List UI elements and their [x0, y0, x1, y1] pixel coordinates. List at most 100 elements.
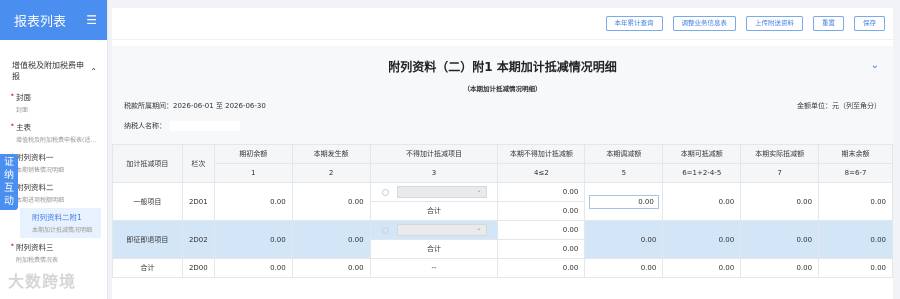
- sidebar-group[interactable]: 增值税及附加税费申报 ⌃: [12, 60, 97, 82]
- excluded-item-select[interactable]: ⌄: [396, 186, 487, 198]
- header-current: 本期发生额: [291, 144, 371, 164]
- row-name: 即征即退项目: [112, 220, 183, 259]
- sidebar-item-sub: 本期加计抵减情况明细: [32, 227, 93, 234]
- row-code: 2D02: [181, 220, 215, 259]
- excluded-amount-cell: 0.00: [497, 258, 586, 278]
- table-row: 一般项目 2D01 0.00 0.00 ⌄ 0.00 0.00 0.00 0.0…: [112, 182, 893, 221]
- decrease-cell[interactable]: 0.00: [584, 220, 664, 259]
- header-item: 加计抵减项目: [112, 144, 183, 183]
- deductible-cell: 0.00: [662, 258, 742, 278]
- header-decrease: 本期调减额: [584, 144, 664, 164]
- radio-button[interactable]: [381, 226, 389, 234]
- sidebar-item-main[interactable]: 主表 增值税及附加税费申报表(适...: [0, 118, 107, 148]
- taxpayer-row: 纳税人名称：: [112, 121, 893, 131]
- header-actual: 本期实际抵减额: [740, 144, 820, 164]
- subtotal-label: 合计: [369, 201, 499, 221]
- header-excluded-amount: 本期不得加计抵减额: [497, 144, 586, 164]
- adjust-info-button[interactable]: 调整业务信息表: [672, 16, 736, 31]
- table-row: 即征即退项目 2D02 0.00 0.00 ⌄ 0.00 0.00 0.00 0…: [112, 220, 893, 259]
- sidebar: 报表列表 ☰ 增值税及附加税费申报 ⌃ 封面 封面 主表 增值税及附加税费申报表…: [0, 0, 108, 299]
- sidebar-header: 报表列表 ☰: [0, 0, 107, 40]
- header-excluded-item: 不得加计抵减项目: [369, 144, 499, 164]
- taxpayer-name-field: [170, 121, 240, 131]
- header-closing: 期末余额: [818, 144, 893, 164]
- subtotal-cell: 0.00: [497, 201, 586, 221]
- closing-cell: 0.00: [818, 220, 893, 259]
- form-subtitle: （本期加计抵减情况明细）: [463, 85, 542, 93]
- deductible-cell: 0.00: [662, 182, 742, 221]
- radio-button[interactable]: [381, 188, 389, 196]
- excluded-select-cell: ⌄: [369, 220, 499, 240]
- sidebar-item-sub: 封面: [16, 107, 29, 114]
- opening-cell[interactable]: 0.00: [213, 220, 293, 259]
- sidebar-group-label: 增值税及附加税费申报: [12, 61, 84, 81]
- sidebar-item-appendix3[interactable]: 附列资料三 附加税费情况表: [0, 238, 107, 268]
- sidebar-item-title: 封面: [16, 93, 31, 102]
- excluded-select-cell: ⌄: [369, 182, 499, 202]
- row-name: 一般项目: [112, 182, 183, 221]
- closing-cell: 0.00: [818, 258, 893, 278]
- col-num: 8=6-7: [818, 163, 893, 183]
- excluded-amount-cell[interactable]: 0.00: [497, 182, 586, 202]
- decrease-cell: 0.00: [584, 258, 664, 278]
- subtotal-label: 合计: [369, 239, 499, 259]
- decrease-input[interactable]: 0.00: [588, 194, 659, 209]
- col-num: 1: [213, 163, 293, 183]
- chevron-down-icon[interactable]: ⌄: [871, 60, 879, 71]
- sidebar-item-sub: 附加税费情况表: [16, 257, 59, 264]
- col-num: 4≤2: [497, 163, 586, 183]
- decrease-cell: 0.00: [584, 182, 664, 221]
- opening-cell: 0.00: [213, 258, 293, 278]
- taxpayer-label: 纳税人名称：: [124, 122, 166, 130]
- sidebar-item-cover[interactable]: 封面 封面: [0, 88, 107, 118]
- deduction-table: 加计抵减项目 栏次 期初余额 本期发生额 不得加计抵减项目 本期不得加计抵减额 …: [112, 144, 893, 278]
- sidebar-title: 报表列表: [14, 14, 67, 30]
- row-name: 合计: [112, 258, 183, 278]
- actual-cell: 0.00: [740, 220, 820, 259]
- amount-unit: 金额单位：元（列至角分）: [797, 102, 881, 110]
- current-cell[interactable]: 0.00: [291, 182, 371, 221]
- col-num: 2: [291, 163, 371, 183]
- sidebar-item-title: 附列资料二: [16, 183, 54, 192]
- sidebar-item-sub: 增值税及附加税费申报表(适...: [16, 137, 97, 144]
- row-code: 2D00: [181, 258, 215, 278]
- form-title-text: 附列资料（二）附1 本期加计抵减情况明细: [388, 60, 617, 74]
- closing-cell: 0.00: [818, 182, 893, 221]
- actual-cell: 0.00: [740, 182, 820, 221]
- actual-cell: 0.00: [740, 258, 820, 278]
- sidebar-item-title: 附列资料一: [16, 153, 54, 162]
- col-num: 6=1+2-4-5: [662, 163, 742, 183]
- current-cell: 0.00: [291, 258, 371, 278]
- row-code: 2D01: [181, 182, 215, 221]
- deductible-cell: 0.00: [662, 220, 742, 259]
- reset-button[interactable]: 重置: [813, 16, 844, 31]
- excluded-item-select[interactable]: ⌄: [396, 224, 487, 236]
- header-line: 栏次: [181, 144, 215, 183]
- menu-icon[interactable]: ☰: [86, 13, 97, 27]
- header-opening: 期初余额: [213, 144, 293, 164]
- col-num: 5: [584, 163, 664, 183]
- sidebar-item-sub: 本期进项税额明细: [16, 197, 65, 204]
- annual-query-button[interactable]: 本年累计查询: [605, 16, 663, 31]
- col-num: 3: [369, 163, 499, 183]
- form-meta: 税款所属期间：2026-06-01 至 2026-06-30 金额单位：元（列至…: [112, 101, 893, 111]
- current-cell[interactable]: 0.00: [291, 220, 371, 259]
- chevron-up-icon: ⌃: [90, 66, 97, 76]
- sidebar-item-sub: 本期销售情况明细: [16, 167, 65, 174]
- save-button[interactable]: 保存: [854, 16, 885, 31]
- upload-attachment-button[interactable]: 上传附送资料: [746, 16, 803, 31]
- toolbar: 本年累计查询 调整业务信息表 上传附送资料 重置 保存: [112, 8, 893, 40]
- sidebar-item-title: 附列资料二附1: [32, 213, 82, 222]
- interaction-tab[interactable]: 证纳互动: [0, 154, 18, 210]
- sidebar-item-appendix2-1[interactable]: 附列资料二附1 本期加计抵减情况明细: [20, 208, 101, 238]
- table-row: 合计 2D00 0.00 0.00 -- 0.00 0.00 0.00 0.00…: [112, 258, 893, 278]
- subtotal-cell: 0.00: [497, 239, 586, 259]
- tax-period: 税款所属期间：2026-06-01 至 2026-06-30: [124, 102, 266, 110]
- sidebar-item-title: 主表: [16, 123, 31, 132]
- watermark: 大数跨境: [8, 272, 77, 291]
- opening-cell[interactable]: 0.00: [213, 182, 293, 221]
- header-deductible: 本期可抵减额: [662, 144, 742, 164]
- excluded-item-cell: --: [369, 258, 499, 278]
- sidebar-item-title: 附列资料三: [16, 243, 54, 252]
- excluded-amount-cell[interactable]: 0.00: [497, 220, 586, 240]
